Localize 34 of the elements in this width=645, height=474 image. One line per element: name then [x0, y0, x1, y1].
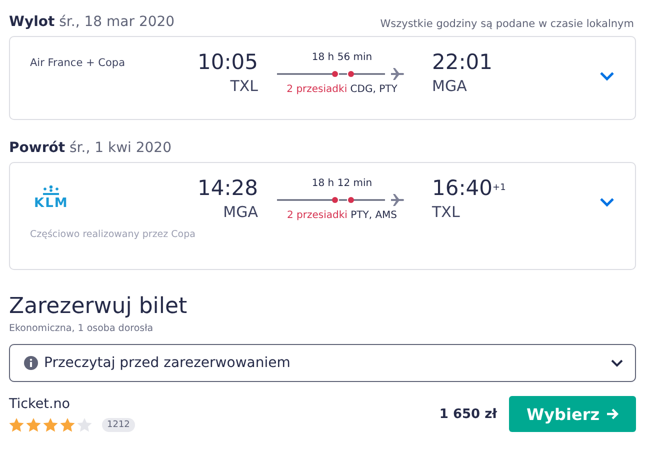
departure-airport: TXL	[230, 77, 258, 95]
timezone-note: Wszystkie godziny są podane w czasie lokalnym	[380, 18, 635, 30]
provider-name: Ticket.no	[9, 396, 72, 412]
star-icon	[43, 418, 58, 432]
airline-name: Air France + Copa	[30, 57, 125, 69]
flight-card[interactable]: Air France + Copa 10:05 TXL 18 h 56 min 2 przesiadki CDG, PTY 22:01 MGA	[9, 36, 636, 120]
star-icon	[60, 418, 75, 432]
star-icon	[26, 418, 41, 432]
booking-title: Zarezerwuj bilet	[9, 294, 188, 319]
arrival-airport: TXL	[432, 203, 460, 221]
arrival-time: 22:01	[432, 49, 493, 75]
arrow-right-icon	[606, 408, 619, 420]
chevron-down-icon[interactable]	[599, 197, 615, 207]
flight-duration: 18 h 12 min	[312, 178, 372, 189]
stops-info: 2 przesiadki PTY, AMS	[286, 210, 398, 221]
arrival-airport: MGA	[432, 77, 467, 95]
leg-heading: Wylot śr., 18 mar 2020	[9, 14, 175, 30]
star-icon	[77, 418, 92, 432]
departure-time: 10:05	[197, 49, 258, 75]
operator-note: Częściowo realizowany przez Copa	[30, 229, 196, 240]
departure-time: 14:28	[197, 175, 258, 201]
booking-subtitle: Ekonomiczna, 1 osoba dorosła	[9, 323, 154, 334]
leg-heading: Powrót śr., 1 kwi 2020	[9, 140, 172, 156]
chevron-down-icon[interactable]	[599, 71, 615, 81]
review-count: 1212	[102, 418, 135, 432]
airline-logo: KLM	[34, 185, 68, 211]
flight-duration: 18 h 56 min	[312, 52, 372, 63]
star-icon	[9, 418, 24, 432]
chevron-down-icon	[611, 359, 623, 367]
info-dropdown[interactable]: Przeczytaj przed zarezerwowaniem	[9, 344, 636, 382]
price: 1 650 zł	[439, 406, 497, 422]
departure-airport: MGA	[223, 203, 258, 221]
info-icon	[24, 356, 38, 370]
stops-info: 2 przesiadki CDG, PTY	[286, 84, 398, 95]
